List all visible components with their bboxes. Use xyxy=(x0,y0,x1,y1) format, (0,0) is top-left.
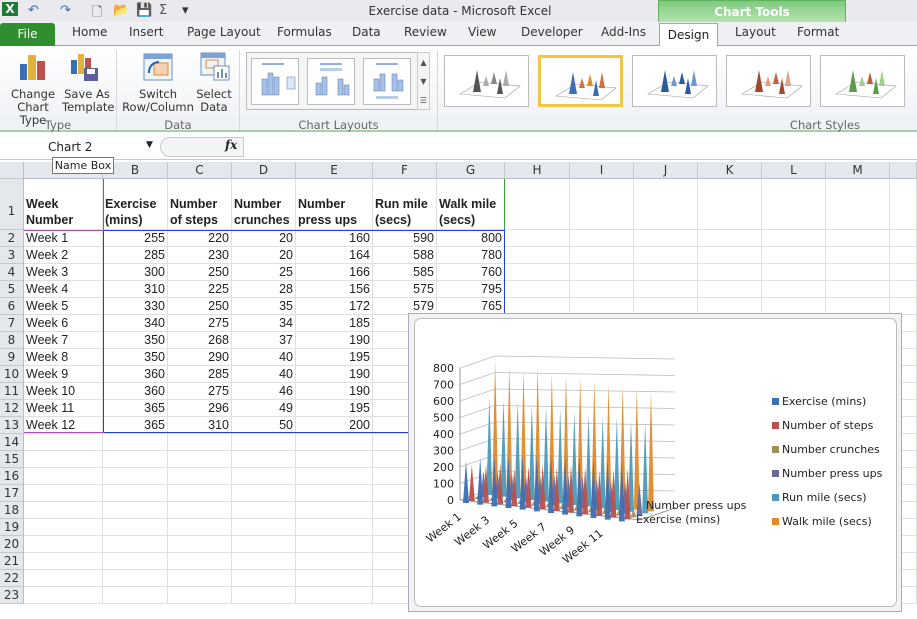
legend-swatch xyxy=(772,446,779,453)
legend-entry: Walk mile (secs) xyxy=(782,515,872,528)
legend-entry: Number of steps xyxy=(782,419,874,432)
legend-swatch xyxy=(772,470,779,477)
legend-swatch xyxy=(772,518,779,525)
legend-swatch xyxy=(772,494,779,501)
legend-swatch xyxy=(772,398,779,405)
cone-exercise-mins- xyxy=(477,457,484,505)
legend-entry: Run mile (secs) xyxy=(782,491,867,504)
y-tick-label: 200 xyxy=(433,461,454,474)
cone-chart[interactable]: 0100200300400500600700800Week 1Week 3Wee… xyxy=(0,0,917,619)
depth-tick-label: Number press ups xyxy=(646,499,747,512)
cone-number-of-steps xyxy=(468,464,475,501)
legend-entry: Number crunches xyxy=(782,443,880,456)
gridline xyxy=(459,405,676,418)
y-tick-label: 800 xyxy=(433,362,454,375)
y-tick-label: 700 xyxy=(433,379,454,392)
y-tick-label: 300 xyxy=(433,445,454,458)
y-tick-label: 0 xyxy=(447,494,454,507)
gridline xyxy=(459,421,676,435)
y-tick-label: 600 xyxy=(433,395,454,408)
legend-swatch xyxy=(772,422,779,429)
depth-tick-label: Exercise (mins) xyxy=(636,513,720,526)
cone-run-mile-secs- xyxy=(514,401,521,499)
gridline xyxy=(459,388,676,402)
y-tick-label: 500 xyxy=(433,412,454,425)
name-box-tooltip: Name Box xyxy=(52,157,114,174)
cone-walk-mile-secs- xyxy=(648,390,654,512)
legend-entry: Number press ups xyxy=(782,467,883,480)
gridline xyxy=(459,372,676,385)
legend-entry: Exercise (mins) xyxy=(782,395,866,408)
gridline xyxy=(459,355,676,369)
y-tick-label: 400 xyxy=(433,428,454,441)
y-tick-label: 100 xyxy=(433,478,454,491)
